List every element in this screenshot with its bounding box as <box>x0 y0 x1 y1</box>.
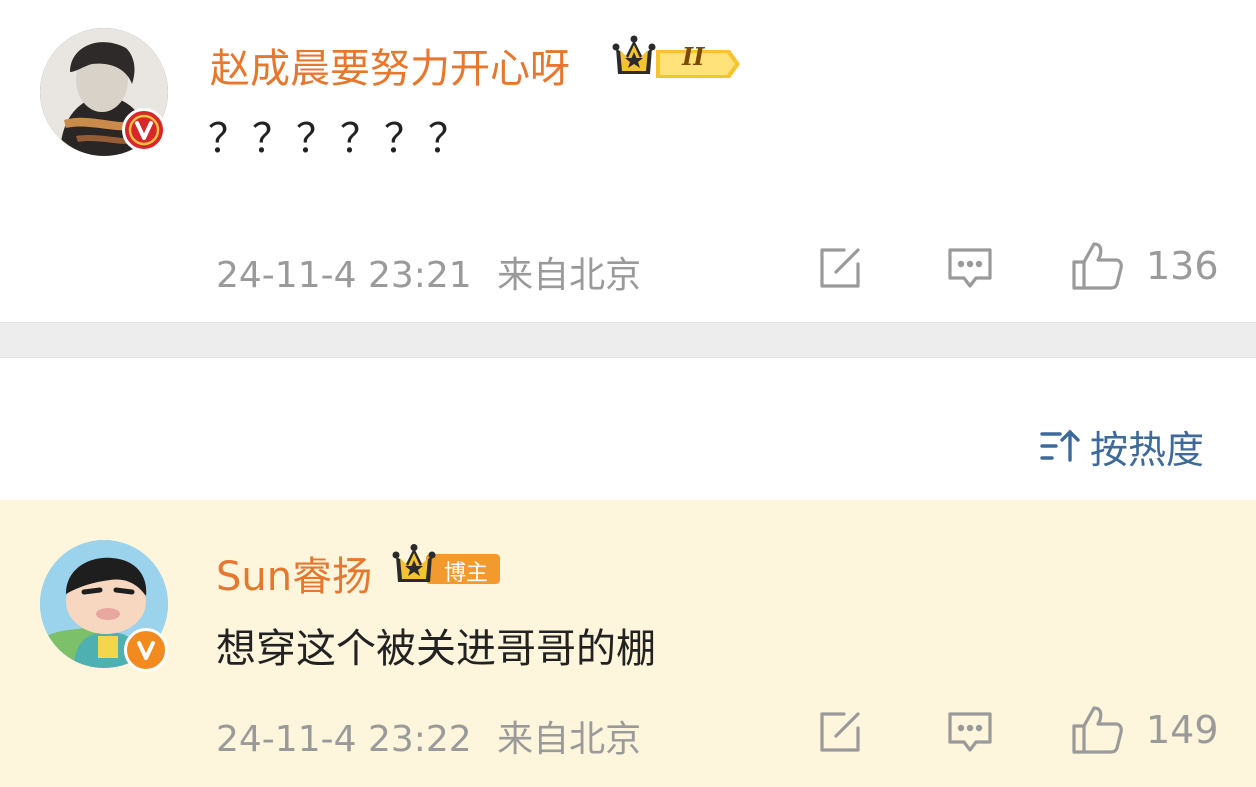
comment-time: 24-11-4 23:21 <box>216 255 472 296</box>
level-badge[interactable]: II <box>612 34 742 82</box>
sort-by-hot-button[interactable]: 按热度 <box>1038 420 1204 472</box>
comment-card-highlighted: Sun睿扬 博主 想穿这个被关进哥哥的棚 24-11-4 23:22 来自北京 <box>0 500 1256 787</box>
comment-icon[interactable] <box>944 242 996 294</box>
comment-location: 来自北京 <box>497 719 642 760</box>
comment-text: 想穿这个被关进哥哥的棚 <box>216 626 656 672</box>
level-badge-label: 博主 <box>444 561 489 586</box>
comment-icon[interactable] <box>944 706 996 758</box>
comment-text: ？？？？？？ <box>208 116 472 162</box>
section-divider <box>0 322 1256 358</box>
comment-card: 赵成晨要努力开心呀 II ？？？？？？ 24-11-4 23:21 来自北京 1… <box>0 0 1256 322</box>
like-icon[interactable] <box>1070 702 1126 758</box>
comment-location: 来自北京 <box>497 255 642 296</box>
verified-v-icon <box>122 108 166 152</box>
sort-bar: 按热度 <box>0 358 1256 500</box>
repost-icon[interactable] <box>814 706 866 758</box>
verified-v-icon <box>124 628 168 672</box>
level-badge-label: II <box>682 42 705 71</box>
timestamp: 24-11-4 23:22 来自北京 <box>216 710 641 762</box>
timestamp: 24-11-4 23:21 来自北京 <box>216 246 641 298</box>
like-icon[interactable] <box>1070 238 1126 294</box>
repost-icon[interactable] <box>814 242 866 294</box>
crown-icon <box>612 35 740 78</box>
sort-icon <box>1040 429 1080 462</box>
sort-label: 按热度 <box>1089 427 1204 472</box>
like-count: 149 <box>1146 708 1219 752</box>
comment-time: 24-11-4 23:22 <box>216 719 472 760</box>
like-count: 136 <box>1146 244 1219 288</box>
username[interactable]: Sun睿扬 <box>216 544 372 602</box>
level-badge[interactable]: 博主 <box>392 544 502 588</box>
username[interactable]: 赵成晨要努力开心呀 <box>210 36 570 94</box>
